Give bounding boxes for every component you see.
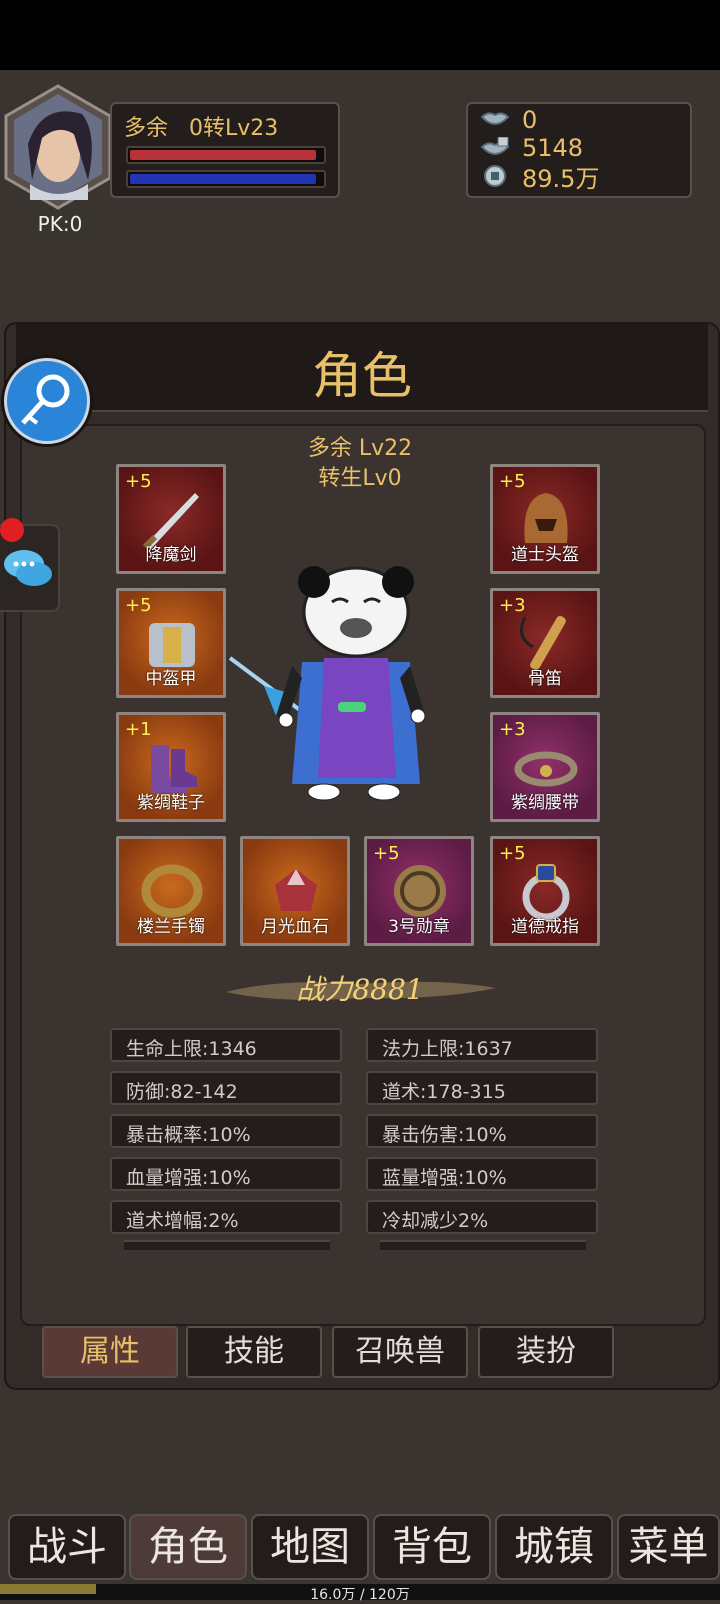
equip-name: 骨笛	[528, 669, 562, 689]
equip-name: 中盔甲	[145, 669, 197, 689]
equip-slot-gem[interactable]: 月光血石	[240, 836, 350, 946]
stat-text: 道术:178-315	[382, 1081, 506, 1103]
nav-bag[interactable]: 背包	[373, 1514, 491, 1580]
stat-row: 冷却减少2%	[366, 1200, 598, 1234]
enhance-level: +3	[499, 719, 526, 740]
player-name-level: 多余 0转Lv23	[124, 110, 278, 142]
equip-name: 3号勋章	[388, 917, 450, 937]
character-name: 多余 Lv22	[307, 436, 413, 461]
combat-power-value: 战力8881	[296, 973, 424, 1006]
equip-slot-belt[interactable]: +3 紫绸腰带	[490, 712, 600, 822]
ingot-icon	[480, 112, 510, 125]
tab-summons[interactable]: 召唤兽	[332, 1326, 468, 1378]
currency-row: 89.5万	[480, 162, 599, 193]
equip-name: 紫绸腰带	[511, 793, 579, 813]
equip-name: 楼兰手镯	[137, 917, 205, 937]
equip-slot-helmet[interactable]: +5 道士头盔	[490, 464, 600, 574]
nav-map[interactable]: 地图	[251, 1514, 369, 1580]
key-search-icon	[21, 374, 70, 425]
nav-menu[interactable]: 菜单	[617, 1514, 720, 1580]
stat-row-partial	[380, 1240, 586, 1250]
search-button[interactable]	[4, 358, 90, 444]
tab-skills[interactable]: 技能	[186, 1326, 322, 1378]
stat-text: 道术增幅:2%	[126, 1210, 239, 1232]
equip-slot-necklace[interactable]: +3 骨笛	[490, 588, 600, 698]
combat-power: 战力8881	[220, 966, 500, 1010]
equip-slot-armor[interactable]: +5 中盔甲	[116, 588, 226, 698]
stat-row: 防御:82-142	[110, 1071, 342, 1105]
stat-text: 法力上限:1637	[382, 1038, 513, 1060]
equip-name: 道士头盔	[511, 545, 579, 565]
stat-row: 蓝量增强:10%	[366, 1157, 598, 1191]
xp-bar: 16.0万 / 120万	[0, 1584, 720, 1603]
stat-text: 蓝量增强:10%	[382, 1167, 507, 1189]
hp-fill	[130, 150, 317, 160]
enhance-level: +5	[499, 843, 526, 864]
page-title: 角色	[312, 347, 412, 405]
currency-value: 0	[522, 106, 538, 134]
tab-attributes[interactable]: 属性	[42, 1326, 178, 1378]
stat-text: 冷却减少2%	[382, 1210, 489, 1232]
nav-battle[interactable]: 战斗	[8, 1514, 126, 1580]
equip-name: 月光血石	[261, 917, 329, 937]
stat-row-partial	[124, 1240, 330, 1250]
stat-text: 暴击伤害:10%	[382, 1124, 507, 1146]
stat-row: 法力上限:1637	[366, 1028, 598, 1062]
pk-value: PK:0	[37, 212, 83, 236]
enhance-level: +5	[125, 595, 152, 616]
player-level: 0转Lv23	[189, 116, 279, 141]
enhance-level: +1	[125, 719, 152, 740]
stat-row: 生命上限:1346	[110, 1028, 342, 1062]
hp-bar	[126, 146, 326, 164]
locked-ingot-icon	[480, 137, 510, 155]
stat-text: 暴击概率:10%	[126, 1124, 251, 1146]
stat-row: 道术:178-315	[366, 1071, 598, 1105]
nav-town[interactable]: 城镇	[495, 1514, 613, 1580]
equip-name: 降魔剑	[145, 545, 197, 565]
equip-slot-bracelet[interactable]: 楼兰手镯	[116, 836, 226, 946]
enhance-level: +5	[373, 843, 400, 864]
xp-text: 16.0万 / 120万	[310, 1587, 410, 1603]
equip-slot-boots[interactable]: +1 紫绸鞋子	[116, 712, 226, 822]
character-figure	[228, 566, 426, 801]
stat-text: 生命上限:1346	[126, 1038, 257, 1060]
stat-text: 防御:82-142	[126, 1081, 238, 1103]
currency-value: 89.5万	[522, 164, 600, 193]
player-name: 多余	[124, 116, 169, 141]
enhance-level: +3	[499, 595, 526, 616]
rebirth-level: 转生Lv0	[318, 466, 402, 491]
status-bar	[0, 0, 720, 70]
nav-character[interactable]: 角色	[129, 1514, 247, 1580]
equip-slot-weapon[interactable]: +5 降魔剑	[116, 464, 226, 574]
stat-text: 血量增强:10%	[126, 1167, 251, 1189]
stat-row: 暴击概率:10%	[110, 1114, 342, 1148]
mp-fill	[130, 174, 317, 184]
coin-icon	[484, 165, 506, 187]
equip-name: 紫绸鞋子	[137, 793, 205, 813]
enhance-level: +5	[125, 471, 152, 492]
equip-name: 道德戒指	[511, 917, 579, 937]
currency-row: 0	[480, 106, 537, 134]
equip-slot-medal[interactable]: +5 3号勋章	[364, 836, 474, 946]
notification-dot	[0, 518, 24, 542]
mp-bar	[126, 170, 326, 188]
equip-slot-ring[interactable]: +5 道德戒指	[490, 836, 600, 946]
stat-row: 道术增幅:2%	[110, 1200, 342, 1234]
player-avatar[interactable]	[2, 84, 114, 210]
player-info-panel: 多余 0转Lv23	[110, 102, 340, 198]
tab-outfit[interactable]: 装扮	[478, 1326, 614, 1378]
enhance-level: +5	[499, 471, 526, 492]
stat-row: 暴击伤害:10%	[366, 1114, 598, 1148]
currency-panel: 0 5148 89.5万	[466, 102, 692, 198]
stat-row: 血量增强:10%	[110, 1157, 342, 1191]
